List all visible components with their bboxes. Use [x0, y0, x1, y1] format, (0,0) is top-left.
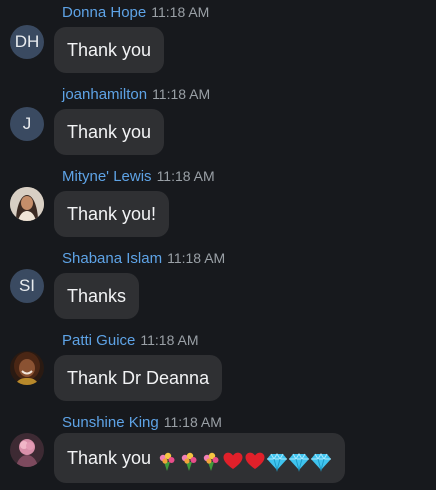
bouquet-icon: [178, 450, 200, 472]
sender-name[interactable]: Donna Hope: [62, 4, 146, 21]
chat-message: SI Shabana Islam 11:18 AM Thanks: [0, 249, 436, 331]
timestamp: 11:18 AM: [156, 168, 215, 184]
chat-message: DH Donna Hope 11:18 AM Thank you: [0, 3, 436, 85]
user-photo-icon: [10, 351, 44, 385]
message-header: joanhamilton 11:18 AM: [62, 85, 210, 103]
message-text: Thank Dr Deanna: [67, 368, 210, 388]
chat-message: J joanhamilton 11:18 AM Thank you: [0, 85, 436, 167]
chat-message: Mityne' Lewis 11:18 AM Thank you!: [0, 167, 436, 249]
sender-name[interactable]: Shabana Islam: [62, 250, 162, 267]
sender-name[interactable]: Mityne' Lewis: [62, 168, 152, 185]
avatar[interactable]: DH: [10, 25, 44, 59]
user-photo-icon: [10, 187, 44, 221]
gem-icon: [288, 450, 310, 472]
message-bubble[interactable]: Thank you: [54, 109, 165, 155]
message-header: Patti Guice 11:18 AM: [62, 331, 199, 349]
bouquet-icon: [156, 450, 178, 472]
message-bubble[interactable]: Thank you: [54, 433, 346, 483]
chat-message: Patti Guice 11:18 AM Thank Dr Deanna: [0, 331, 436, 413]
timestamp: 11:18 AM: [140, 332, 199, 348]
message-header: Mityne' Lewis 11:18 AM: [62, 167, 215, 185]
sender-name[interactable]: Sunshine King: [62, 414, 159, 431]
gem-icon: [310, 450, 332, 472]
message-bubble[interactable]: Thanks: [54, 273, 140, 319]
timestamp: 11:18 AM: [163, 414, 222, 430]
avatar[interactable]: J: [10, 107, 44, 141]
timestamp: 11:18 AM: [151, 4, 210, 20]
message-bubble[interactable]: Thank you!: [54, 191, 170, 237]
message-header: Shabana Islam 11:18 AM: [62, 249, 225, 267]
message-bubble[interactable]: Thank Dr Deanna: [54, 355, 223, 401]
message-header: Sunshine King 11:18 AM: [62, 413, 222, 431]
red-heart-icon: [222, 450, 244, 472]
message-bubble[interactable]: Thank you: [54, 27, 165, 73]
avatar[interactable]: [10, 351, 44, 385]
user-photo-icon: [10, 433, 44, 467]
message-text: Thank you: [67, 122, 152, 142]
avatar[interactable]: [10, 187, 44, 221]
red-heart-icon: [244, 450, 266, 472]
avatar[interactable]: [10, 433, 44, 467]
chat-message: Sunshine King 11:18 AM Thank you: [0, 413, 436, 490]
message-text: Thank you!: [67, 204, 157, 224]
timestamp: 11:18 AM: [152, 86, 211, 102]
gem-icon: [266, 450, 288, 472]
sender-name[interactable]: joanhamilton: [62, 86, 147, 103]
message-text: Thank you: [67, 40, 152, 60]
message-header: Donna Hope 11:18 AM: [62, 3, 209, 21]
message-text: Thank you: [67, 448, 152, 468]
bouquet-icon: [200, 450, 222, 472]
avatar[interactable]: SI: [10, 269, 44, 303]
chat-message-list: DH Donna Hope 11:18 AM Thank you J joanha…: [0, 0, 436, 490]
sender-name[interactable]: Patti Guice: [62, 332, 135, 349]
message-text: Thanks: [67, 286, 127, 306]
timestamp: 11:18 AM: [167, 250, 226, 266]
emoji-row: [156, 436, 332, 482]
